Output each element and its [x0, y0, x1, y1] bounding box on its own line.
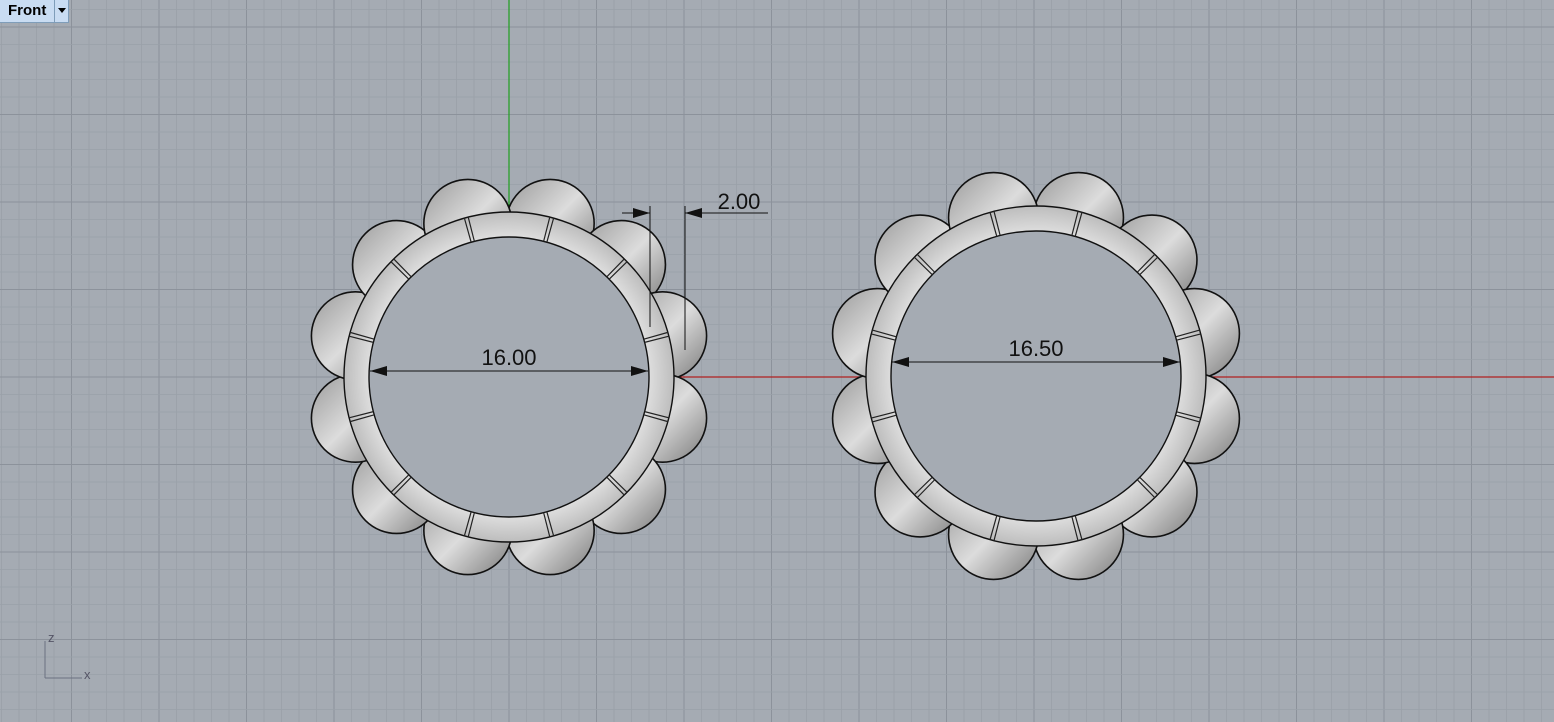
dimension-right-text: 16.50	[1008, 336, 1063, 361]
ring-left[interactable]	[310, 178, 708, 576]
front-viewport[interactable]: z x 16.00 16.50 2.00 Front	[0, 0, 1554, 722]
chevron-down-icon[interactable]	[54, 0, 68, 22]
construction-grid	[0, 0, 1554, 722]
ring-right[interactable]	[831, 171, 1241, 581]
axis-z-label: z	[48, 630, 55, 645]
ring-inner-edge	[368, 236, 650, 518]
dimension-band-text: 2.00	[718, 189, 761, 214]
viewport-title[interactable]: Front	[0, 0, 54, 22]
viewport-scene[interactable]: z x 16.00 16.50 2.00	[0, 0, 1554, 722]
viewport-title-tab[interactable]: Front	[0, 0, 70, 23]
ring-inner-edge	[890, 230, 1182, 522]
dimension-left-text: 16.00	[481, 345, 536, 370]
axis-x-label: x	[84, 667, 91, 682]
